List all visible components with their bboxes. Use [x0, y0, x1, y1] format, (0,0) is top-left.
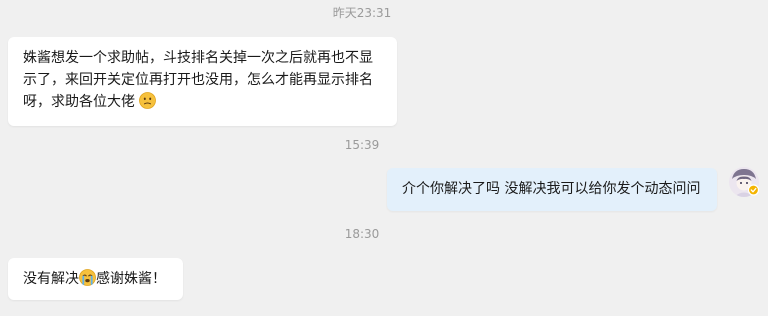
- message-text: 介个你解决了吗 没解决我可以给你发个动态问问: [402, 181, 701, 197]
- crying-face-icon: [79, 269, 96, 293]
- timestamp: 15:39: [344, 138, 380, 152]
- timestamp: 18:30: [344, 227, 380, 241]
- message-bubble-incoming[interactable]: 姝酱想发一个求助帖，斗技排名关掉一次之后就再也不显 示了，来回开关定位再打开也没…: [8, 37, 397, 126]
- message-text: 感谢姝酱！: [96, 271, 166, 287]
- message-bubble-outgoing[interactable]: 介个你解决了吗 没解决我可以给你发个动态问问: [387, 168, 717, 211]
- thinking-face-icon: [139, 92, 157, 116]
- message-text-line: 示了，来回开关定位再打开也没用，怎么才能再显示排名: [23, 72, 373, 88]
- message-text-line: 呀，求助各位大佬: [23, 94, 135, 110]
- message-text: 没有解决: [23, 271, 79, 287]
- user-avatar-icon[interactable]: [728, 166, 760, 198]
- message-text-line: 姝酱想发一个求助帖，斗技排名关掉一次之后就再也不显: [23, 50, 373, 66]
- message-bubble-incoming[interactable]: 没有解决 感谢姝酱！: [8, 258, 183, 300]
- timestamp: 昨天23:31: [332, 6, 392, 20]
